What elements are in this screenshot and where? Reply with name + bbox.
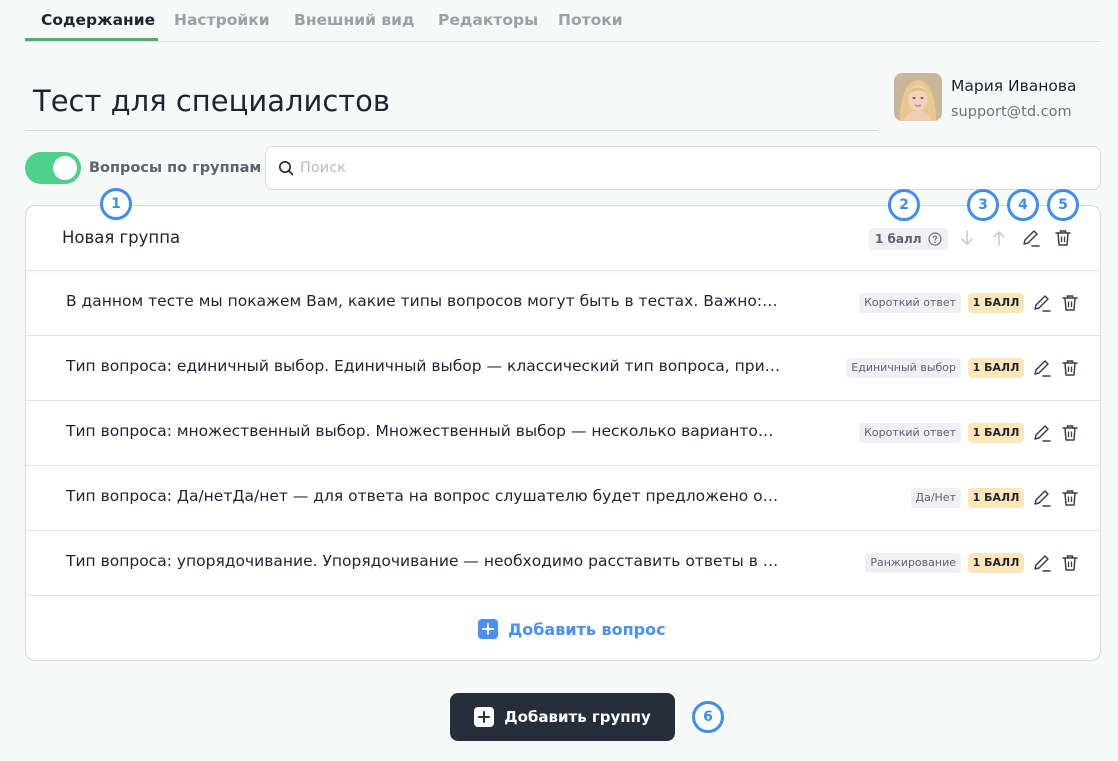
question-text[interactable]: Тип вопроса: Да/нетДа/нет — для ответа н… (66, 487, 781, 505)
pencil-icon[interactable] (1032, 488, 1052, 508)
question-type-badge: Да/Нет (910, 488, 961, 508)
trash-icon[interactable] (1060, 553, 1080, 573)
question-score-badge: 1 БАЛЛ (968, 553, 1024, 573)
avatar[interactable] (894, 73, 942, 121)
trash-icon[interactable] (1060, 293, 1080, 313)
question-score-badge: 1 БАЛЛ (968, 358, 1024, 378)
toggle-label: Вопросы по группам (89, 160, 262, 176)
question-row[interactable]: Тип вопроса: Да/нетДа/нет — для ответа н… (26, 466, 1100, 531)
question-type-badge: Короткий ответ (859, 293, 961, 313)
user-name: Мария Иванова (951, 77, 1077, 95)
arrow-down-icon[interactable] (957, 228, 977, 248)
question-type-badge: Короткий ответ (859, 423, 961, 443)
group-header: Новая группа 1 балл (26, 206, 1100, 271)
tab-editors[interactable]: Редакторы (438, 11, 538, 29)
pencil-icon[interactable] (1032, 358, 1052, 378)
page-title[interactable]: Тест для специалистов (33, 84, 390, 118)
question-text[interactable]: В данном тесте мы покажем Вам, какие тип… (66, 292, 781, 310)
tab-content[interactable]: Содержание (41, 11, 155, 29)
group-score-badge: 1 балл (869, 228, 948, 250)
plus-icon (478, 619, 498, 639)
question-group-card: Новая группа 1 балл В данном тесте мы по… (25, 205, 1101, 661)
search-icon (279, 161, 294, 176)
trash-icon[interactable] (1060, 488, 1080, 508)
question-row[interactable]: В данном тесте мы покажем Вам, какие тип… (26, 271, 1100, 336)
user-email: support@td.com (951, 104, 1072, 120)
search-input[interactable] (300, 156, 1080, 180)
title-underline (25, 130, 878, 131)
question-score-badge: 1 БАЛЛ (968, 488, 1024, 508)
question-score-badge: 1 БАЛЛ (968, 423, 1024, 443)
marker-5: 5 (1047, 189, 1079, 221)
tab-settings[interactable]: Настройки (174, 11, 270, 29)
pencil-icon[interactable] (1032, 423, 1052, 443)
active-tab-indicator (25, 38, 158, 41)
add-question-button[interactable]: Добавить вопрос (478, 618, 666, 640)
question-text[interactable]: Тип вопроса: множественный выбор. Множес… (66, 422, 781, 440)
group-questions-toggle[interactable] (25, 152, 81, 184)
group-name[interactable]: Новая группа (62, 228, 180, 247)
pencil-icon[interactable] (1032, 553, 1052, 573)
tab-streams[interactable]: Потоки (558, 11, 623, 29)
marker-6: 6 (692, 701, 724, 733)
question-type-badge: Ранжирование (865, 553, 961, 573)
tab-appearance[interactable]: Внешний вид (294, 11, 415, 29)
question-row[interactable]: Тип вопроса: единичный выбор. Единичный … (26, 336, 1100, 401)
question-row[interactable]: Тип вопроса: упорядочивание. Упорядочива… (26, 531, 1100, 596)
add-group-label: Добавить группу (504, 708, 651, 726)
search-box (265, 146, 1101, 190)
add-question-label: Добавить вопрос (508, 619, 666, 639)
question-text[interactable]: Тип вопроса: единичный выбор. Единичный … (66, 357, 781, 375)
question-score-badge: 1 БАЛЛ (968, 293, 1024, 313)
marker-4: 4 (1007, 189, 1039, 221)
add-group-button[interactable]: Добавить группу (450, 693, 675, 741)
trash-icon[interactable] (1060, 358, 1080, 378)
trash-icon[interactable] (1053, 228, 1073, 248)
tab-bar: Содержание Настройки Внешний вид Редакто… (25, 0, 1101, 42)
question-text[interactable]: Тип вопроса: упорядочивание. Упорядочива… (66, 552, 781, 570)
pencil-icon[interactable] (1032, 293, 1052, 313)
pencil-icon[interactable] (1021, 228, 1041, 248)
marker-1: 1 (100, 188, 132, 220)
question-row[interactable]: Тип вопроса: множественный выбор. Множес… (26, 401, 1100, 466)
help-icon[interactable] (927, 232, 942, 246)
marker-3: 3 (967, 189, 999, 221)
marker-2: 2 (888, 189, 920, 221)
toggle-knob (53, 156, 77, 180)
question-type-badge: Единичный выбор (846, 358, 961, 378)
trash-icon[interactable] (1060, 423, 1080, 443)
arrow-up-icon[interactable] (989, 228, 1009, 248)
group-score-label: 1 балл (875, 232, 922, 246)
plus-icon (474, 707, 495, 727)
